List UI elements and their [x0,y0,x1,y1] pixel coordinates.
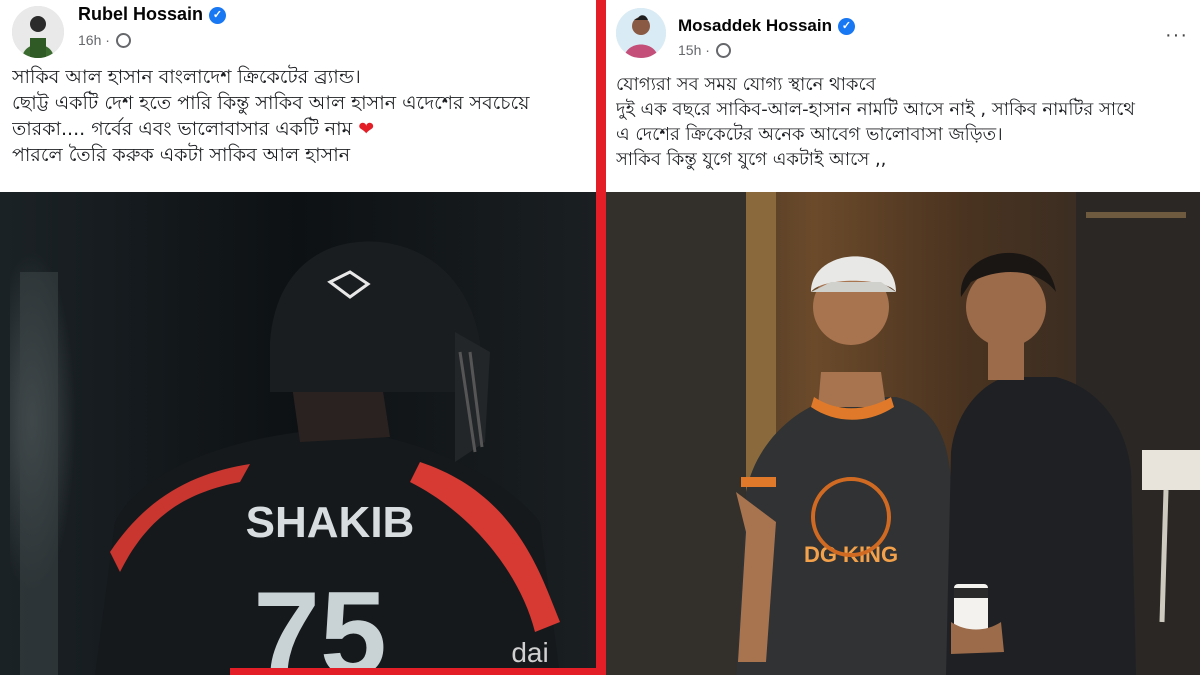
post-mosaddek-hossain: Mosaddek Hossain ✓ 15h · ··· যোগ্যরা সব স… [606,0,1200,675]
post-text: যোগ্যরা সব সময় যোগ্য স্থানে থাকবে দুই এ… [616,72,1190,172]
verified-badge-icon: ✓ [838,18,855,35]
post-line: ছোট্ট একটি দেশ হতে পারি কিন্তু সাকিব আল … [12,92,530,114]
post-line: সাকিব কিন্তু যুগে যুগে একটাই আসে ,, [616,149,887,170]
author-name[interactable]: Mosaddek Hossain ✓ [678,16,855,36]
post-line: তারকা.... গর্বের এবং ভালোবাসার একটি নাম … [12,116,586,142]
author-name-text[interactable]: Mosaddek Hossain [678,16,832,35]
sponsor-logo: dai [511,637,548,668]
post-meta: 15h · [678,42,731,58]
post-line-text: তারকা.... গর্বের এবং ভালোবাসার একটি নাম [12,118,353,140]
post-time[interactable]: 16h [78,32,101,48]
post-photo[interactable]: SHAKIB 75 dai [0,192,596,675]
author-name-text[interactable]: Rubel Hossain [78,4,203,24]
post-time[interactable]: 15h [678,42,701,58]
post-meta: 16h · [78,32,131,48]
post-line: পারলে তৈরি করুক একটা সাকিব আল হাসান [12,144,351,166]
jersey-name: SHAKIB [246,498,415,547]
post-line: এ দেশের ক্রিকেটের অনেক আবেগ ভালোবাসা জড়… [616,124,1003,145]
post-line: সাকিব আল হাসান বাংলাদেশ ক্রিকেটের ব্র্যা… [12,66,361,88]
divider [596,0,606,675]
heart-icon: ❤ [358,118,375,140]
post-header: Rubel Hossain ✓ 16h · [0,0,596,60]
post-line: দুই এক বছরে সাকিব-আল-হাসান নামটি আসে নাই… [616,99,1135,120]
jersey-number: 75 [253,567,386,675]
post-rubel-hossain: Rubel Hossain ✓ 16h · সাকিব আল হাসান বাংল… [0,0,596,675]
author-name[interactable]: Rubel Hossain ✓ [78,4,227,25]
post-text: সাকিব আল হাসান বাংলাদেশ ক্রিকেটের ব্র্যা… [12,64,586,168]
avatar[interactable] [12,6,64,58]
post-line: যোগ্যরা সব সময় যোগ্য স্থানে থাকবে [616,74,876,95]
verified-badge-icon: ✓ [209,7,227,24]
globe-icon [115,33,131,48]
post-photo[interactable]: DG KING [606,192,1200,675]
globe-icon [715,43,731,58]
post-header: Mosaddek Hossain ✓ 15h · ··· [606,0,1200,60]
more-options-icon[interactable]: ··· [1165,24,1188,47]
avatar[interactable] [616,8,666,58]
